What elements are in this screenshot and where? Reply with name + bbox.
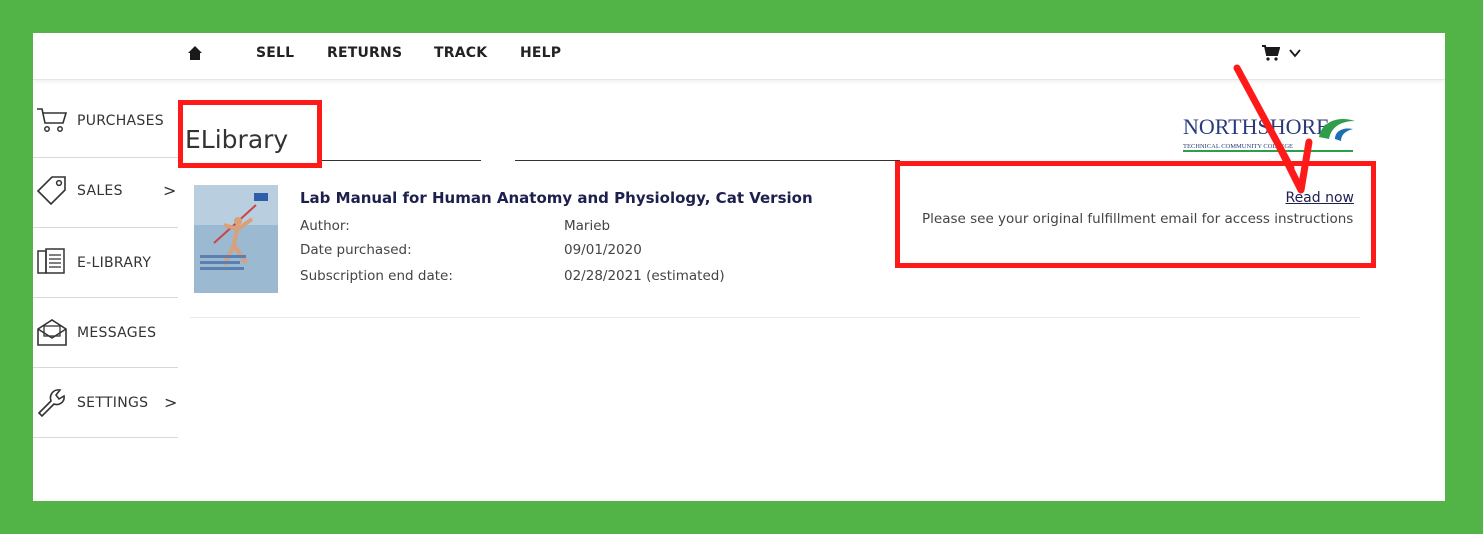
sidebar-item-purchases[interactable]: PURCHASES bbox=[33, 87, 178, 158]
book-cover-art bbox=[194, 185, 278, 293]
subscription-end-label: Subscription end date: bbox=[300, 268, 453, 284]
cart-outline-icon bbox=[37, 108, 68, 132]
nav-help[interactable]: HELP bbox=[520, 45, 561, 61]
chevron-right-icon: > bbox=[163, 181, 177, 200]
row-divider bbox=[190, 317, 1360, 318]
home-icon[interactable] bbox=[187, 45, 203, 61]
sidebar-item-label: PURCHASES bbox=[77, 113, 164, 129]
title-divider bbox=[321, 160, 481, 161]
cart-icon[interactable] bbox=[1262, 45, 1280, 61]
book-title[interactable]: Lab Manual for Human Anatomy and Physiol… bbox=[300, 189, 813, 207]
book-cover-image bbox=[194, 185, 278, 293]
subscription-end-value: 02/28/2021 (estimated) bbox=[564, 268, 725, 284]
tag-icon bbox=[36, 176, 66, 205]
sidebar-item-messages[interactable]: MESSAGES bbox=[33, 297, 178, 368]
chevron-right-icon: > bbox=[164, 393, 178, 412]
author-label: Author: bbox=[300, 218, 350, 234]
chevron-down-icon[interactable] bbox=[1288, 46, 1302, 60]
sidebar-item-e-library[interactable]: E-LIBRARY bbox=[33, 227, 178, 298]
wrench-icon bbox=[37, 389, 65, 417]
envelope-icon bbox=[37, 319, 67, 346]
nav-returns[interactable]: RETURNS bbox=[327, 45, 402, 61]
book-list-icon bbox=[37, 248, 65, 274]
sidebar-item-label: SALES bbox=[77, 183, 123, 199]
title-divider bbox=[515, 160, 900, 161]
annotation-arrow-icon bbox=[1233, 64, 1313, 194]
date-purchased-label: Date purchased: bbox=[300, 242, 412, 258]
annotation-box-title bbox=[178, 100, 322, 168]
author-value: Marieb bbox=[564, 218, 611, 234]
sidebar-item-label: MESSAGES bbox=[77, 325, 157, 341]
date-purchased-value: 09/01/2020 bbox=[564, 242, 642, 258]
sidebar-item-settings[interactable]: SETTINGS > bbox=[33, 367, 178, 438]
nav-track[interactable]: TRACK bbox=[434, 45, 487, 61]
nav-sell[interactable]: SELL bbox=[256, 45, 294, 61]
sidebar-item-sales[interactable]: SALES > bbox=[33, 157, 178, 228]
sidebar-item-label: E-LIBRARY bbox=[77, 255, 152, 271]
sidebar-item-label: SETTINGS bbox=[77, 395, 149, 411]
